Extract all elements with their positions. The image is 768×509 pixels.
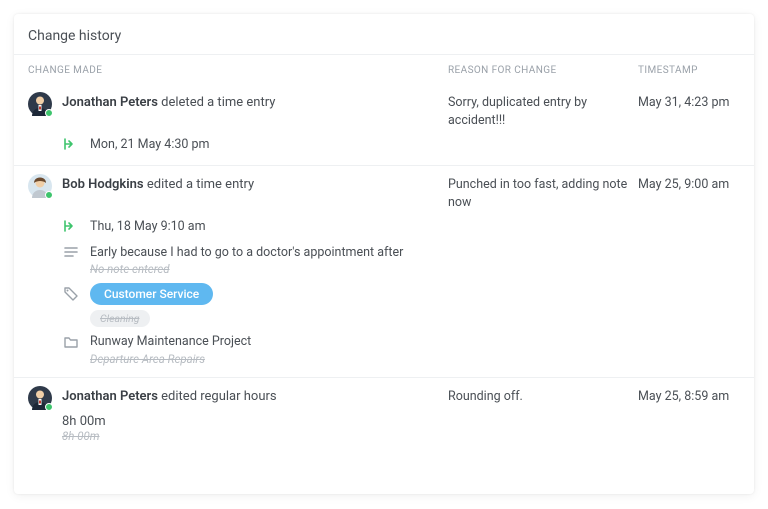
- detail-tag: Customer Service: [62, 281, 740, 307]
- detail-note-previous: No note entered: [90, 263, 740, 277]
- avatar: [28, 174, 52, 198]
- col-timestamp: TIMESTAMP: [638, 65, 754, 76]
- user-name: Bob Hodgkins: [62, 177, 144, 192]
- action-text: deleted a time entry: [161, 95, 275, 110]
- user-name: Jonathan Peters: [62, 95, 158, 110]
- entries-list: Jonathan Peters deleted a time entry Sor…: [14, 84, 754, 453]
- tag-pill-previous: Cleaning: [90, 310, 150, 327]
- change-headline: Jonathan Peters deleted a time entry: [62, 92, 275, 116]
- timestamp-text: May 31, 4:23 pm: [638, 92, 754, 112]
- presence-indicator: [45, 109, 53, 117]
- detail-note-text: Early because I had to go to a doctor's …: [90, 245, 403, 260]
- action-text: edited a time entry: [147, 177, 254, 192]
- history-entry: Jonathan Peters edited regular hours Rou…: [14, 378, 754, 453]
- hours-previous: 8h 00m: [62, 429, 740, 443]
- timestamp-text: May 25, 9:00 am: [638, 174, 754, 194]
- presence-indicator: [45, 191, 53, 199]
- column-headers: CHANGE MADE REASON FOR CHANGE TIMESTAMP: [14, 55, 754, 84]
- reason-text: Rounding off.: [448, 386, 638, 406]
- tag-icon: [62, 285, 80, 303]
- avatar: [28, 92, 52, 116]
- detail-project-text: Runway Maintenance Project: [90, 334, 251, 349]
- folder-icon: [62, 333, 80, 351]
- history-entry: Jonathan Peters deleted a time entry Sor…: [14, 84, 754, 166]
- detail-note: Early because I had to go to a doctor's …: [62, 241, 740, 263]
- detail-project: Runway Maintenance Project: [62, 331, 740, 353]
- hours-value: 8h 00m: [62, 414, 740, 429]
- reason-text: Punched in too fast, adding note now: [448, 174, 638, 211]
- user-name: Jonathan Peters: [62, 389, 158, 404]
- clock-in-icon: [62, 135, 80, 153]
- presence-indicator: [45, 403, 53, 411]
- action-text: edited regular hours: [161, 389, 276, 404]
- change-history-panel: Change history CHANGE MADE REASON FOR CH…: [14, 14, 754, 494]
- detail-time-entry: Mon, 21 May 4:30 pm: [62, 133, 740, 155]
- tag-pill[interactable]: Customer Service: [90, 283, 213, 305]
- timestamp-text: May 25, 8:59 am: [638, 386, 754, 406]
- avatar: [28, 386, 52, 410]
- history-entry: Bob Hodgkins edited a time entry Punched…: [14, 166, 754, 378]
- reason-text: Sorry, duplicated entry by accident!!!: [448, 92, 638, 129]
- col-reason: REASON FOR CHANGE: [448, 65, 638, 76]
- detail-project-previous: Departure Area Repairs: [90, 353, 740, 367]
- change-headline: Jonathan Peters edited regular hours: [62, 386, 277, 410]
- change-headline: Bob Hodgkins edited a time entry: [62, 174, 254, 198]
- detail-time-text: Thu, 18 May 9:10 am: [90, 219, 206, 234]
- note-icon: [62, 243, 80, 261]
- detail-time-entry: Thu, 18 May 9:10 am: [62, 215, 740, 237]
- detail-time-text: Mon, 21 May 4:30 pm: [90, 137, 209, 152]
- clock-in-icon: [62, 217, 80, 235]
- panel-title: Change history: [14, 14, 754, 54]
- col-change-made: CHANGE MADE: [28, 65, 448, 76]
